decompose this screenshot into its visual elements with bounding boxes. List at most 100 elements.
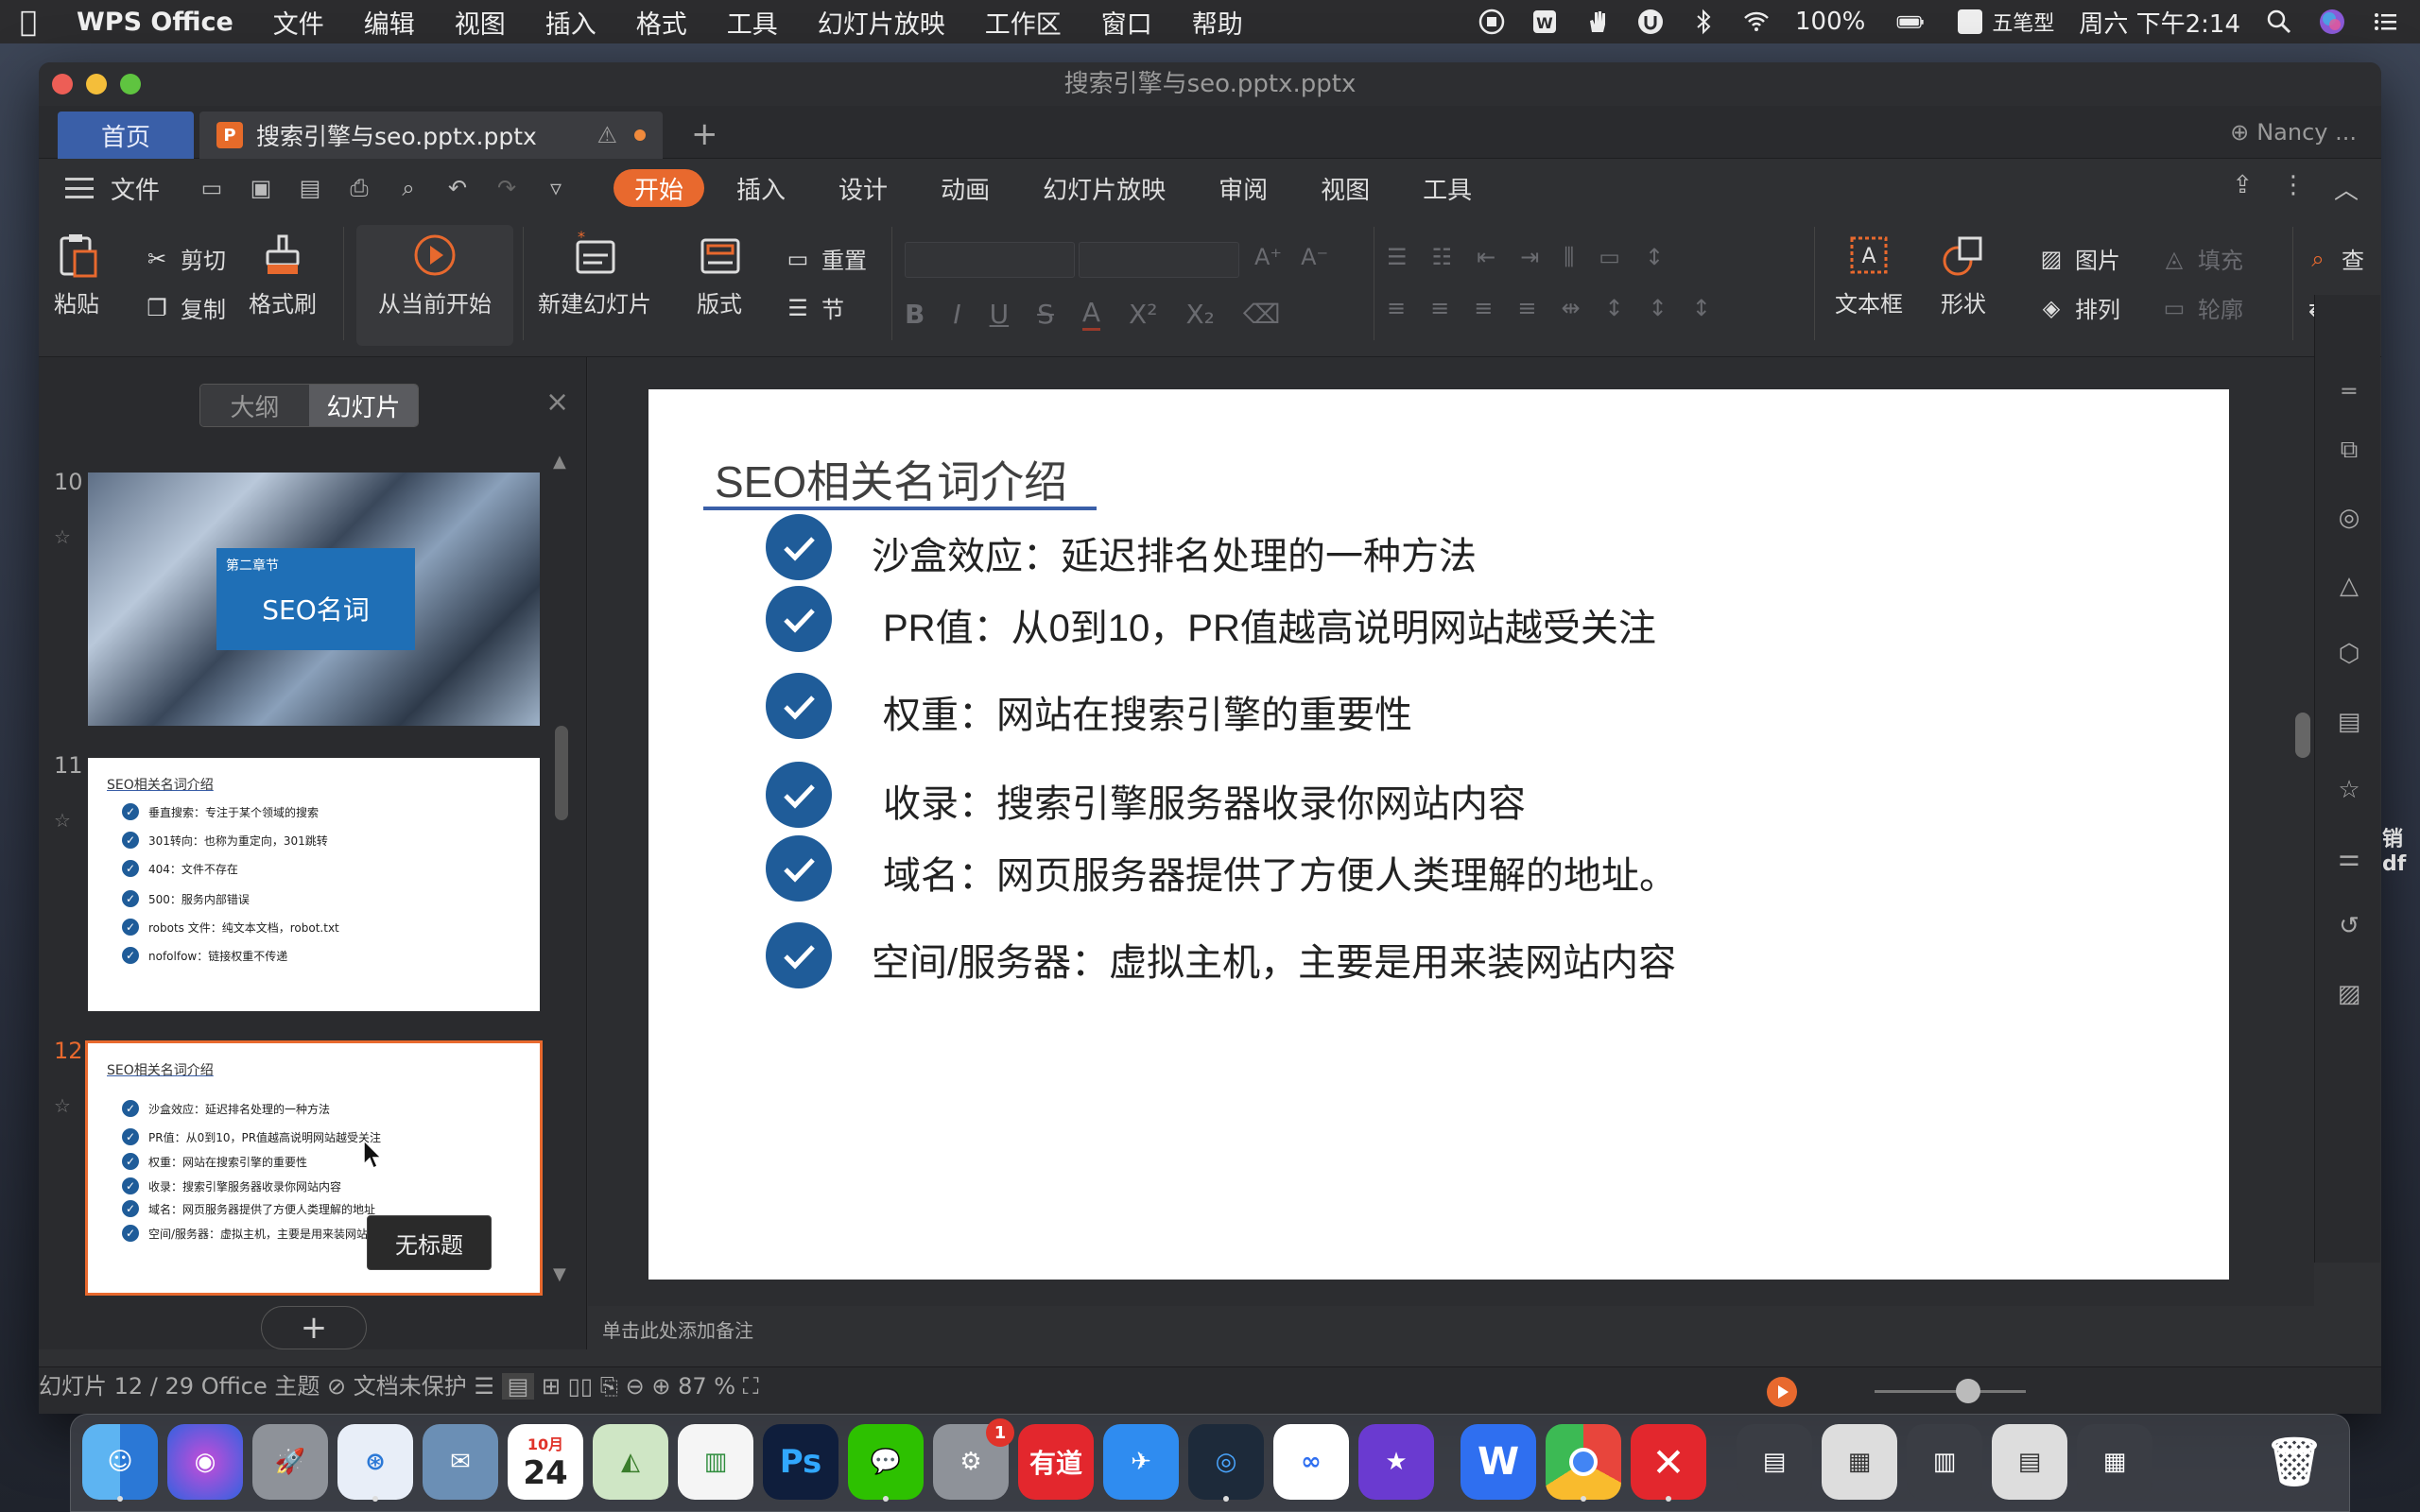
notification-center-icon[interactable] [2371,8,2399,36]
scroll-down-arrow-icon[interactable]: ▼ [553,1264,566,1284]
menu-window[interactable]: 窗口 [1081,4,1172,41]
stage-scrollbar[interactable] [2295,713,2310,758]
search-icon[interactable] [2265,8,2293,36]
italic-icon[interactable]: I [953,299,960,330]
distribute-icon[interactable]: ⇹ [1561,295,1580,321]
layout-button[interactable]: 版式 [695,231,744,318]
share-icon[interactable]: ⇪ [2232,171,2253,206]
properties-sliders-icon[interactable]: ⚌ [2334,843,2364,873]
trash-icon[interactable]: 🗑 [2256,1424,2332,1500]
battery-icon[interactable] [1890,8,1931,36]
export-pdf-icon[interactable]: ▤ [296,174,324,202]
zoom-in-icon[interactable]: ⊕ [651,1373,670,1400]
scroll-up-arrow-icon[interactable]: ▲ [553,452,566,472]
slide-sorter-icon[interactable]: ⊞ [542,1373,561,1400]
bold-icon[interactable]: B [905,299,925,330]
image-library-icon[interactable]: ▨ [2334,979,2364,1009]
justify-icon[interactable]: ≡ [1517,295,1536,321]
shrink-font-icon[interactable]: A⁻ [1301,244,1328,270]
lock-status-icon[interactable] [1636,8,1665,36]
tab-review[interactable]: 审阅 [1198,169,1288,207]
youdao-icon[interactable]: 有道 [1018,1424,1094,1500]
mail-bird-icon[interactable]: ✉ [423,1424,498,1500]
feishu-icon[interactable]: ✈ [1103,1424,1179,1500]
siri-icon[interactable] [2318,8,2346,36]
collapse-ribbon-icon[interactable]: ︿ [2334,171,2359,206]
wifi-icon[interactable] [1742,8,1771,36]
finder-icon[interactable]: ☺ [82,1424,158,1502]
open-folder-icon[interactable]: ▭ [198,174,226,202]
fill-button[interactable]: ◬ 填充 [2160,242,2243,275]
backup-icon[interactable]: ▤ [2334,707,2364,737]
slide-thumb-10[interactable]: 第二章节 SEO名词 [88,472,540,726]
zoom-slider-knob[interactable] [1956,1379,1981,1403]
wps-status-icon[interactable]: W [1530,8,1559,36]
save-icon[interactable]: ▣ [247,174,275,202]
file-menu[interactable]: 文件 [111,171,160,206]
find-button[interactable]: ⌕ 查 [2304,242,2364,275]
wps-dock-icon[interactable]: W [1461,1424,1536,1500]
spacing-line-icon[interactable]: ↕ [1692,295,1711,321]
align-text-icon[interactable]: ▭ [1599,244,1620,270]
arrange-button[interactable]: ◈ 排列 [2037,291,2120,324]
tab-animation[interactable]: 动画 [920,169,1011,207]
close-window-button[interactable] [52,74,73,94]
tab-home[interactable]: 首页 [58,112,194,159]
more-options-icon[interactable]: ⋮ [2281,171,2306,206]
fit-window-icon[interactable]: ⛶ [743,1373,759,1400]
protection-status[interactable]: ⊘ 文档未保护 [327,1373,467,1400]
tab-slideshow[interactable]: 幻灯片放映 [1022,169,1186,207]
spacing-before-icon[interactable]: ↕ [1605,295,1624,321]
copy-button[interactable]: ❐ 复制 [143,291,226,324]
new-tab-plus-icon[interactable]: + [691,115,718,153]
slides-tab[interactable]: 幻灯片 [309,385,418,426]
quicktime-icon[interactable]: ◎ [1188,1424,1264,1502]
wechat-icon[interactable]: 💬 [848,1424,924,1502]
text-direction-icon[interactable]: ⫼ [1564,244,1574,270]
thumb-scrollbar[interactable] [555,726,568,820]
menu-workspace[interactable]: 工作区 [965,4,1081,41]
photoshop-icon[interactable]: Ps [763,1424,838,1500]
notes-placeholder[interactable]: 单击此处添加备注 [602,1315,753,1343]
input-method-icon[interactable] [1956,8,1984,36]
tab-view[interactable]: 视图 [1300,169,1391,207]
notes-toggle-icon[interactable]: ☰ [474,1373,494,1400]
tab-design[interactable]: 设计 [818,169,908,207]
slide-transition-icon[interactable]: ⧉ [2334,435,2364,465]
superscript-icon[interactable]: X² [1129,299,1157,330]
slideshow-play-button[interactable] [1767,1377,1797,1407]
star-icon[interactable]: ☆ [54,809,71,832]
warning-icon[interactable]: ⚠ [596,122,617,148]
reset-button[interactable]: ▭ 重置 [784,242,867,275]
section-button[interactable]: ☰ 节 [784,291,844,324]
chrome-icon[interactable] [1546,1424,1621,1502]
menu-file[interactable]: 文件 [253,4,344,41]
hamburger-menu-icon[interactable] [65,178,94,198]
tab-document[interactable]: P 搜索引擎与seo.pptx.pptx ⚠ [199,112,663,159]
theme-name[interactable]: Office 主题 [201,1373,320,1400]
increase-indent-icon[interactable]: ⇥ [1520,244,1539,270]
launchpad-icon[interactable]: 🚀 [252,1424,328,1500]
baidu-netdisk-icon[interactable]: ∞ [1273,1424,1349,1500]
clock[interactable]: 周六 下午2:14 [2079,5,2240,40]
zoom-percent[interactable]: 87 % [678,1373,735,1400]
shape-effects-icon[interactable]: ◎ [2334,503,2364,533]
menu-slideshow[interactable]: 幻灯片放映 [798,4,965,41]
undo-icon[interactable]: ↶ [443,174,472,202]
tab-tools[interactable]: 工具 [1402,169,1493,207]
add-slide-button[interactable]: + [261,1306,367,1349]
strikethrough-icon[interactable]: S [1037,299,1054,330]
xmind-icon[interactable]: ✕ [1631,1424,1706,1502]
bluetooth-icon[interactable] [1689,8,1718,36]
print-icon[interactable]: ⎙ [345,174,373,202]
outline-tab[interactable]: 大纲 [200,385,309,426]
slide-canvas[interactable]: SEO相关名词介绍 沙盒效应：延迟排名处理的一种方法 PR值：从0到10，PR值… [648,389,2229,1280]
minimize-window-button[interactable] [86,74,107,94]
numbered-list-icon[interactable]: ☷ [1432,244,1453,270]
recent-window-thumb[interactable]: ▤ [1992,1424,2067,1500]
outline-button[interactable]: ▭ 轮廓 [2160,291,2243,324]
recent-window-thumb[interactable]: ▦ [2077,1424,2152,1500]
record-stop-icon[interactable] [1478,8,1506,36]
safari-icon[interactable]: ⊛ [337,1424,413,1502]
menu-view[interactable]: 视图 [435,4,526,41]
